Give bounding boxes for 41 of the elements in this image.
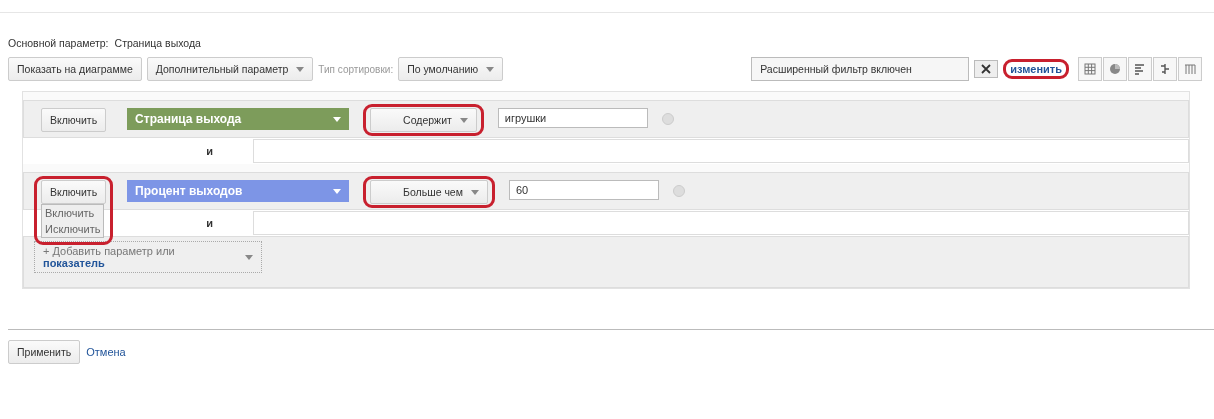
plot-button[interactable]: Показать на диаграмме — [8, 57, 142, 81]
caret-icon — [296, 66, 305, 72]
comparison-icon — [1159, 63, 1171, 75]
menu-item[interactable]: Включить — [42, 205, 104, 221]
secondary-dimension-dropdown[interactable]: Дополнительный параметр — [146, 57, 314, 81]
view-button[interactable] — [1178, 57, 1202, 81]
caret-icon — [333, 188, 342, 194]
close-icon — [981, 64, 992, 74]
caret-icon — [470, 189, 479, 195]
pivot-view-icon — [1184, 63, 1196, 75]
value-field[interactable]: 60 — [508, 180, 659, 200]
view-button[interactable] — [1078, 57, 1102, 81]
add-parameter-dropdown[interactable]: + Добавить параметр или показатель — [34, 241, 262, 273]
primary-dimension-value: Страница выхода — [114, 37, 201, 49]
apply-button[interactable]: Применить — [8, 340, 81, 364]
and-label: и — [205, 145, 213, 157]
operator-dropdown[interactable]: Содержит — [370, 108, 477, 132]
caret-icon — [459, 117, 468, 123]
view-button[interactable] — [1103, 57, 1127, 81]
clear-filter-button[interactable] — [974, 60, 999, 78]
pie-chart-icon — [1109, 63, 1121, 75]
operator-dropdown[interactable]: Больше чем — [370, 180, 488, 204]
view-button[interactable] — [1128, 57, 1152, 81]
bar-list-icon — [1134, 63, 1146, 75]
edit-link[interactable]: изменить — [1010, 63, 1062, 75]
table-view-icon — [1084, 63, 1096, 75]
sort-dropdown[interactable]: По умолчанию — [398, 57, 504, 81]
caret-icon — [333, 116, 342, 122]
caret-icon — [245, 254, 253, 260]
cancel-link[interactable]: Отмена — [86, 346, 126, 358]
sort-label: Тип сортировки: — [318, 63, 394, 75]
view-button[interactable] — [1153, 57, 1177, 81]
input-field[interactable] — [253, 139, 1189, 163]
input-field[interactable] — [253, 211, 1189, 235]
filter-status-field: Расширенный фильтр включен — [751, 57, 970, 81]
value-field[interactable]: игрушки — [497, 108, 648, 128]
include-dropdown[interactable]: Включить — [41, 180, 107, 204]
menu-item[interactable]: Исключить — [42, 221, 104, 237]
include-dropdown[interactable]: Включить — [41, 108, 107, 132]
primary-dimension-label: Основной параметр: — [8, 37, 109, 49]
caret-icon — [486, 66, 495, 72]
